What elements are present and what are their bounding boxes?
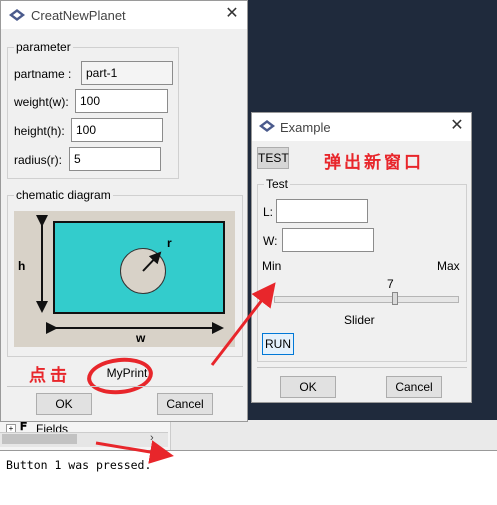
arrow-to-example-icon [210, 282, 276, 366]
arrow-to-console-icon [95, 440, 174, 464]
annotation-arrows [95, 282, 276, 464]
